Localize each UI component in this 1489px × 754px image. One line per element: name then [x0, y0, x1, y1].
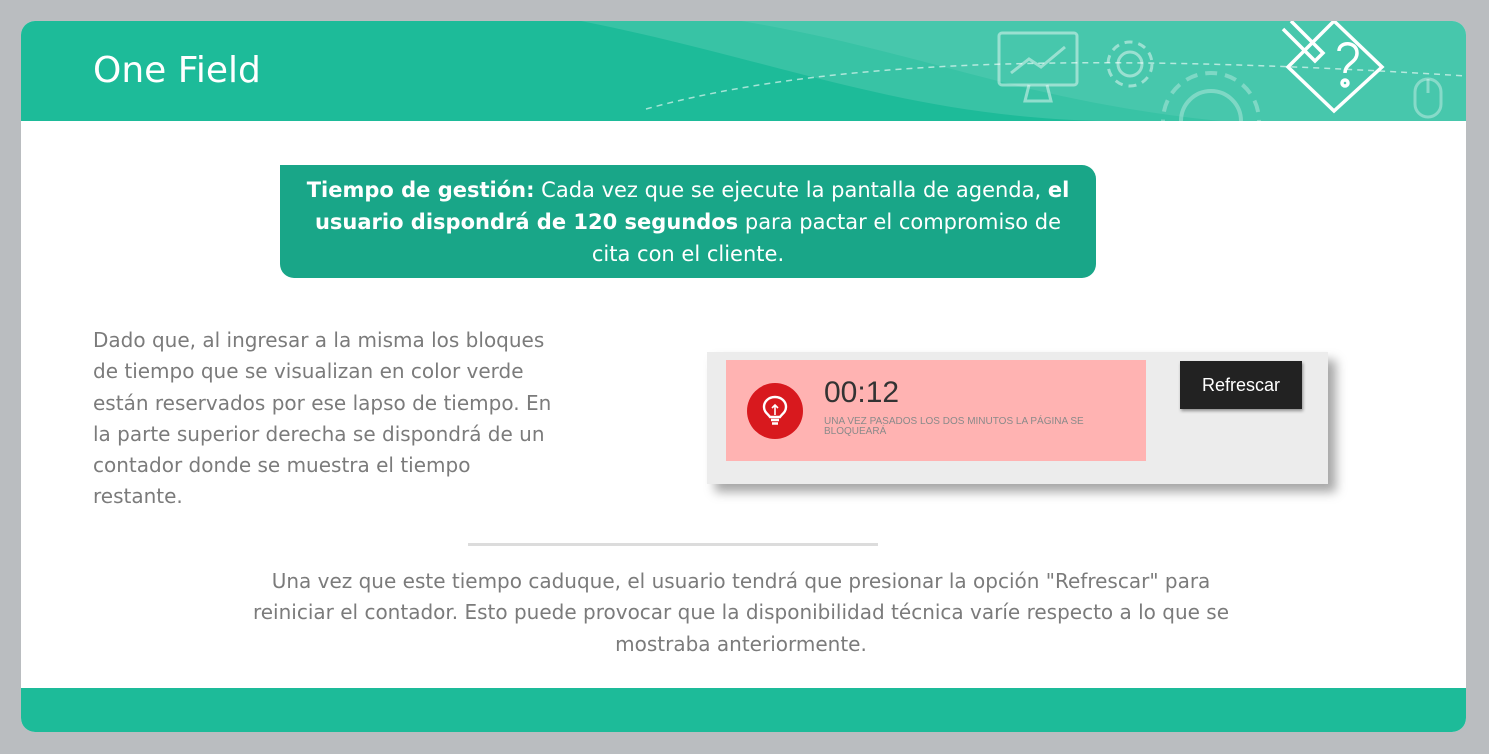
lightbulb-icon	[747, 383, 803, 439]
header-banner: One Field	[21, 21, 1466, 121]
callout-label: Tiempo de gestión:	[306, 178, 535, 202]
callout-box: Tiempo de gestión: Cada vez que se ejecu…	[280, 165, 1096, 278]
bottom-paragraph: Una vez que este tiempo caduque, el usua…	[252, 569, 1230, 656]
divider	[468, 543, 878, 546]
lightbulb-glyph	[762, 395, 788, 425]
timer-widget: 00:12 Una vez pasados los dos minutos la…	[707, 352, 1328, 484]
callout-text: Cada vez que se ejecute la pantalla de a…	[534, 178, 1048, 202]
refresh-button[interactable]: Refrescar	[1180, 361, 1302, 409]
left-paragraph: Dado que, al ingresar a la misma los blo…	[93, 328, 552, 509]
timer-panel: 00:12 Una vez pasados los dos minutos la…	[726, 360, 1146, 461]
countdown-timer: 00:12	[824, 376, 900, 409]
slide-title: One Field	[93, 50, 261, 91]
footer-bar	[21, 688, 1466, 732]
lock-notice: Una vez pasados los dos minutos la págin…	[824, 416, 1084, 437]
slide: One Field Tiempo de gestión: Cada vez qu…	[21, 21, 1466, 732]
